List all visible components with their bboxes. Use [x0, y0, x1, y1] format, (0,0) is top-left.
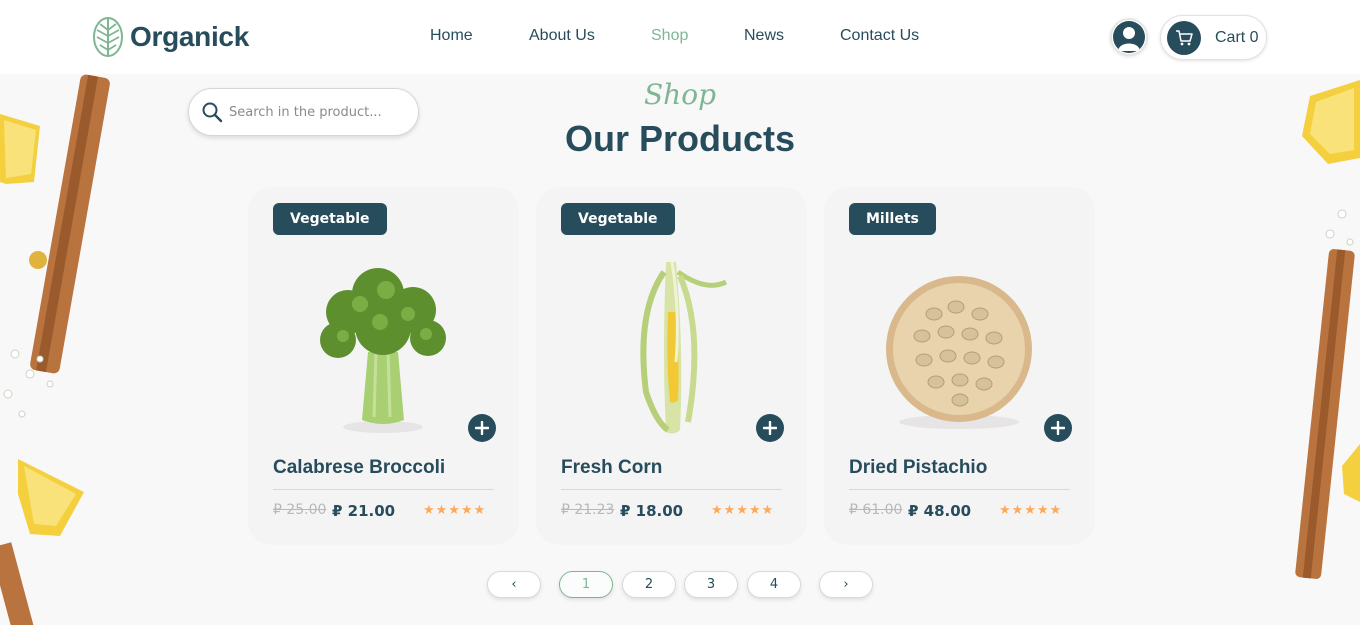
cart-button[interactable]: Cart 0: [1160, 15, 1267, 60]
rating-stars: ★★★★★: [423, 502, 487, 517]
pagination-page-4[interactable]: 4: [747, 571, 801, 598]
product-card[interactable]: Vegetable Fresh Corn ₽ 21.23 ₽ 18.00 ★★★…: [536, 187, 807, 545]
add-to-cart-button[interactable]: [468, 414, 496, 442]
section-title: Our Products: [564, 118, 796, 159]
site-header: Organick Home About Us Shop News Contact…: [0, 0, 1360, 74]
rating-stars: ★★★★★: [711, 502, 775, 517]
product-card[interactable]: Vegetable Calabrese Broccoli ₽ 25.00 ₽ 2…: [248, 187, 519, 545]
broccoli-image: [320, 268, 446, 433]
plus-icon: [475, 421, 489, 435]
old-price: ₽ 21.23: [561, 502, 615, 518]
nav-link-contact-us[interactable]: Contact Us: [840, 27, 919, 45]
pagination-page-2[interactable]: 2: [622, 571, 676, 598]
rating-stars: ★★★★★: [999, 502, 1063, 517]
old-price: ₽ 61.00: [849, 502, 903, 518]
old-price: ₽ 25.00: [273, 502, 327, 518]
card-divider: [849, 489, 1070, 490]
category-badge: Vegetable: [561, 203, 675, 235]
product-name[interactable]: Fresh Corn: [561, 457, 662, 479]
category-badge: Vegetable: [273, 203, 387, 235]
product-name[interactable]: Dried Pistachio: [849, 457, 987, 479]
add-to-cart-button[interactable]: [756, 414, 784, 442]
pistachio-image: [886, 276, 1032, 429]
pagination-next-button[interactable]: ›: [819, 571, 873, 598]
user-icon: [1118, 27, 1140, 51]
product-card[interactable]: Millets Dried Pistachio ₽ 61.00 ₽ 48.00 …: [824, 187, 1095, 545]
account-button[interactable]: [1110, 18, 1148, 56]
nav-link-news[interactable]: News: [744, 27, 784, 45]
card-divider: [273, 489, 494, 490]
pagination-page-3[interactable]: 3: [684, 571, 738, 598]
cart-label: Cart 0: [1215, 28, 1259, 46]
plus-icon: [763, 421, 777, 435]
current-price: ₽ 21.00: [332, 502, 396, 520]
nav-link-home[interactable]: Home: [430, 27, 473, 45]
main-navigation: Home About Us Shop News Contact Us: [0, 27, 1360, 47]
pagination-prev-button[interactable]: ‹: [487, 571, 541, 598]
nav-link-shop[interactable]: Shop: [651, 27, 688, 45]
add-to-cart-button[interactable]: [1044, 414, 1072, 442]
pagination-page-1[interactable]: 1: [559, 571, 613, 598]
plus-icon: [1051, 421, 1065, 435]
current-price: ₽ 48.00: [908, 502, 972, 520]
current-price: ₽ 18.00: [620, 502, 684, 520]
nav-link-about-us[interactable]: About Us: [529, 27, 595, 45]
product-name[interactable]: Calabrese Broccoli: [273, 457, 445, 479]
section-subtitle: Shop: [644, 78, 716, 111]
cart-icon: [1176, 29, 1193, 45]
card-divider: [561, 489, 782, 490]
corn-image: [640, 261, 728, 434]
category-badge: Millets: [849, 203, 936, 235]
